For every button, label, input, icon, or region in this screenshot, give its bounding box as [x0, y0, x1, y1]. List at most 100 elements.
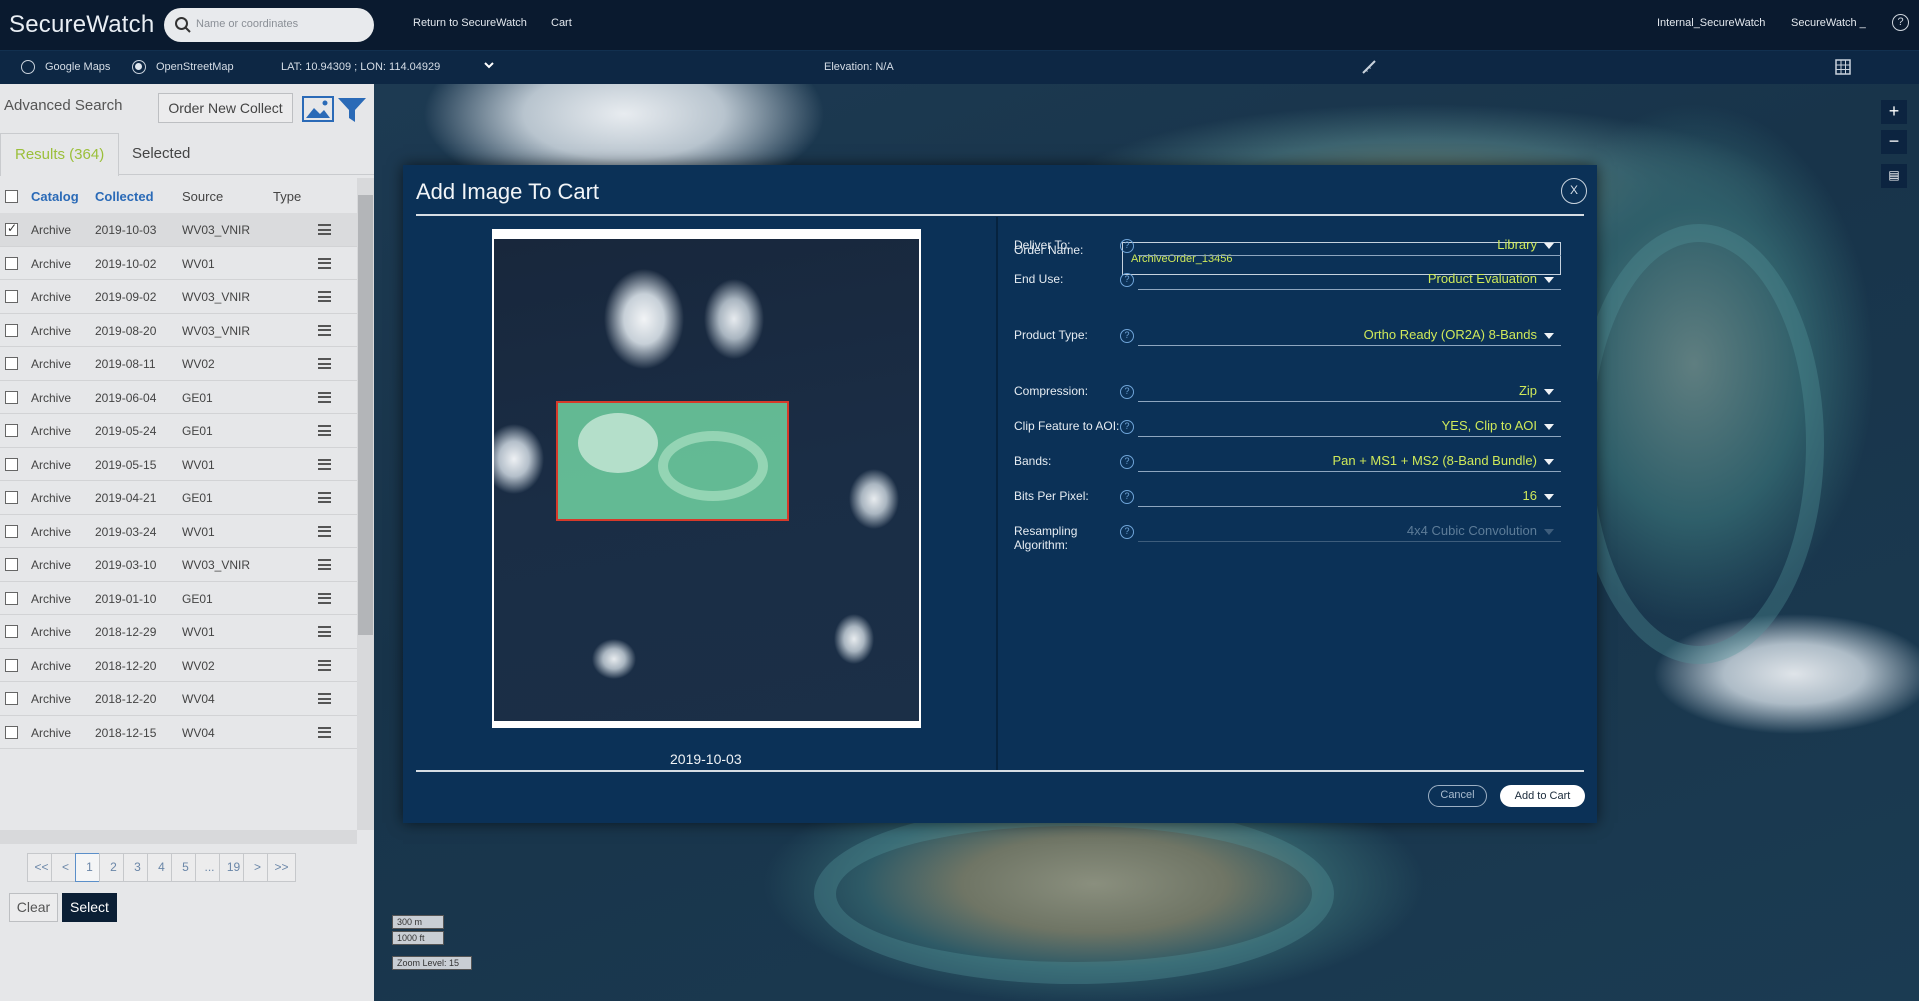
table-row[interactable]: Archive 2018-12-20 WV04: [0, 682, 357, 716]
select-button[interactable]: Select: [62, 893, 117, 922]
row-checkbox[interactable]: [5, 625, 18, 638]
image-icon[interactable]: [302, 96, 334, 122]
table-row[interactable]: Archive 2019-05-24 GE01: [0, 414, 357, 448]
horizontal-scrollbar[interactable]: [0, 830, 357, 844]
row-menu-icon[interactable]: [318, 324, 331, 336]
row-menu-icon[interactable]: [318, 559, 331, 570]
row-menu-icon[interactable]: [318, 224, 331, 235]
row-menu-icon[interactable]: [318, 458, 331, 470]
search-placeholder[interactable]: Name or coordinates: [196, 18, 298, 30]
select-dropdown[interactable]: 16: [1138, 485, 1561, 507]
row-checkbox[interactable]: [5, 323, 18, 337]
table-row[interactable]: Archive 2019-01-10 GE01: [0, 582, 357, 615]
select-dropdown[interactable]: 4x4 Cubic Convolution: [1138, 520, 1561, 542]
account-link[interactable]: Internal_SecureWatch: [1657, 17, 1765, 29]
table-row[interactable]: Archive 2019-08-11 WV02: [0, 347, 357, 381]
column-source[interactable]: Source: [182, 189, 223, 204]
table-row[interactable]: Archive 2019-08-20 WV03_VNIR: [0, 314, 357, 347]
help-icon[interactable]: ?: [1120, 385, 1134, 399]
table-row[interactable]: Archive 2018-12-15 WV04: [0, 716, 357, 749]
row-menu-icon[interactable]: [318, 492, 331, 503]
tab-results[interactable]: Results (364): [0, 133, 120, 176]
row-checkbox[interactable]: [5, 491, 18, 504]
row-checkbox[interactable]: [5, 524, 18, 538]
column-collected[interactable]: Collected: [95, 189, 154, 204]
user-menu[interactable]: SecureWatch _: [1791, 17, 1866, 29]
select-dropdown[interactable]: Library: [1138, 234, 1561, 256]
row-menu-icon[interactable]: [318, 693, 331, 704]
table-row[interactable]: Archive 2019-09-02 WV03_VNIR: [0, 280, 357, 314]
row-menu-icon[interactable]: [318, 659, 331, 671]
return-link[interactable]: Return to SecureWatch: [413, 17, 527, 29]
help-icon[interactable]: ?: [1120, 329, 1134, 343]
row-checkbox[interactable]: [5, 658, 18, 672]
row-checkbox[interactable]: [5, 221, 18, 236]
help-icon[interactable]: ?: [1120, 273, 1134, 287]
order-new-collect-button[interactable]: Order New Collect: [158, 93, 293, 123]
filter-icon[interactable]: [337, 97, 367, 123]
ruler-icon[interactable]: [1360, 58, 1378, 76]
table-row[interactable]: Archive 2019-10-03 WV03_VNIR: [0, 213, 357, 247]
table-row[interactable]: Archive 2018-12-29 WV01: [0, 615, 357, 649]
row-checkbox[interactable]: [5, 357, 18, 370]
radio-openstreetmap[interactable]: [132, 60, 146, 74]
row-menu-icon[interactable]: [318, 358, 331, 369]
add-to-cart-button[interactable]: Add to Cart: [1500, 785, 1585, 807]
zoom-out-button[interactable]: −: [1881, 130, 1907, 154]
table-row[interactable]: Archive 2019-06-04 GE01: [0, 381, 357, 414]
column-catalog[interactable]: Catalog: [31, 189, 79, 204]
row-menu-icon[interactable]: [318, 726, 331, 738]
table-row[interactable]: Archive 2019-03-10 WV03_VNIR: [0, 548, 357, 582]
row-checkbox[interactable]: [5, 725, 18, 739]
row-checkbox[interactable]: [5, 390, 18, 404]
help-icon[interactable]: ?: [1120, 490, 1134, 504]
grid-icon[interactable]: [1835, 59, 1851, 75]
row-checkbox[interactable]: [5, 457, 18, 471]
zoom-in-button[interactable]: +: [1881, 100, 1907, 124]
cancel-button[interactable]: Cancel: [1428, 785, 1487, 807]
clear-button[interactable]: Clear: [9, 893, 58, 922]
row-checkbox[interactable]: [5, 692, 18, 705]
help-icon[interactable]: ?: [1120, 455, 1134, 469]
row-menu-icon[interactable]: [318, 291, 331, 302]
map-layers-icon[interactable]: ▤: [1881, 164, 1907, 188]
scrollbar-thumb[interactable]: [358, 195, 373, 635]
table-row[interactable]: Archive 2019-10-02 WV01: [0, 247, 357, 280]
table-row[interactable]: Archive 2018-12-20 WV02: [0, 649, 357, 682]
vertical-scrollbar[interactable]: [357, 178, 374, 830]
table-row[interactable]: Archive 2019-05-15 WV01: [0, 448, 357, 481]
search-box[interactable]: Name or coordinates: [164, 8, 374, 42]
row-menu-icon[interactable]: [318, 626, 331, 637]
cart-link[interactable]: Cart: [551, 17, 572, 29]
select-all-checkbox[interactable]: [5, 190, 18, 203]
row-checkbox[interactable]: [5, 591, 18, 605]
help-icon[interactable]: ?: [1892, 14, 1909, 31]
column-type[interactable]: Type: [273, 189, 301, 204]
row-checkbox[interactable]: [5, 558, 18, 571]
row-menu-icon[interactable]: [318, 592, 331, 604]
row-checkbox[interactable]: [5, 256, 18, 270]
row-checkbox[interactable]: [5, 424, 18, 437]
select-dropdown[interactable]: Product Evaluation: [1138, 268, 1561, 290]
table-row[interactable]: Archive 2019-04-21 GE01: [0, 481, 357, 515]
row-menu-icon[interactable]: [318, 425, 331, 436]
help-icon[interactable]: ?: [1120, 239, 1134, 253]
select-dropdown[interactable]: Pan + MS1 + MS2 (8-Band Bundle): [1138, 450, 1561, 472]
aoi-rectangle[interactable]: [556, 401, 789, 521]
table-row[interactable]: Archive 2019-03-24 WV01: [0, 515, 357, 548]
advanced-search-link[interactable]: Advanced Search: [4, 97, 122, 114]
tab-selected[interactable]: Selected: [118, 133, 204, 175]
close-button[interactable]: X: [1561, 178, 1587, 204]
row-menu-icon[interactable]: [318, 391, 331, 403]
help-icon[interactable]: ?: [1120, 525, 1134, 539]
chevron-down-icon[interactable]: [482, 58, 496, 72]
select-dropdown[interactable]: Ortho Ready (OR2A) 8-Bands: [1138, 324, 1561, 346]
select-dropdown[interactable]: Zip: [1138, 380, 1561, 402]
page-button[interactable]: >>: [267, 853, 296, 882]
row-menu-icon[interactable]: [318, 257, 331, 269]
help-icon[interactable]: ?: [1120, 420, 1134, 434]
app-logo[interactable]: SecureWatch: [9, 11, 154, 39]
row-checkbox[interactable]: [5, 290, 18, 303]
row-menu-icon[interactable]: [318, 525, 331, 537]
radio-google-maps[interactable]: [21, 60, 35, 74]
